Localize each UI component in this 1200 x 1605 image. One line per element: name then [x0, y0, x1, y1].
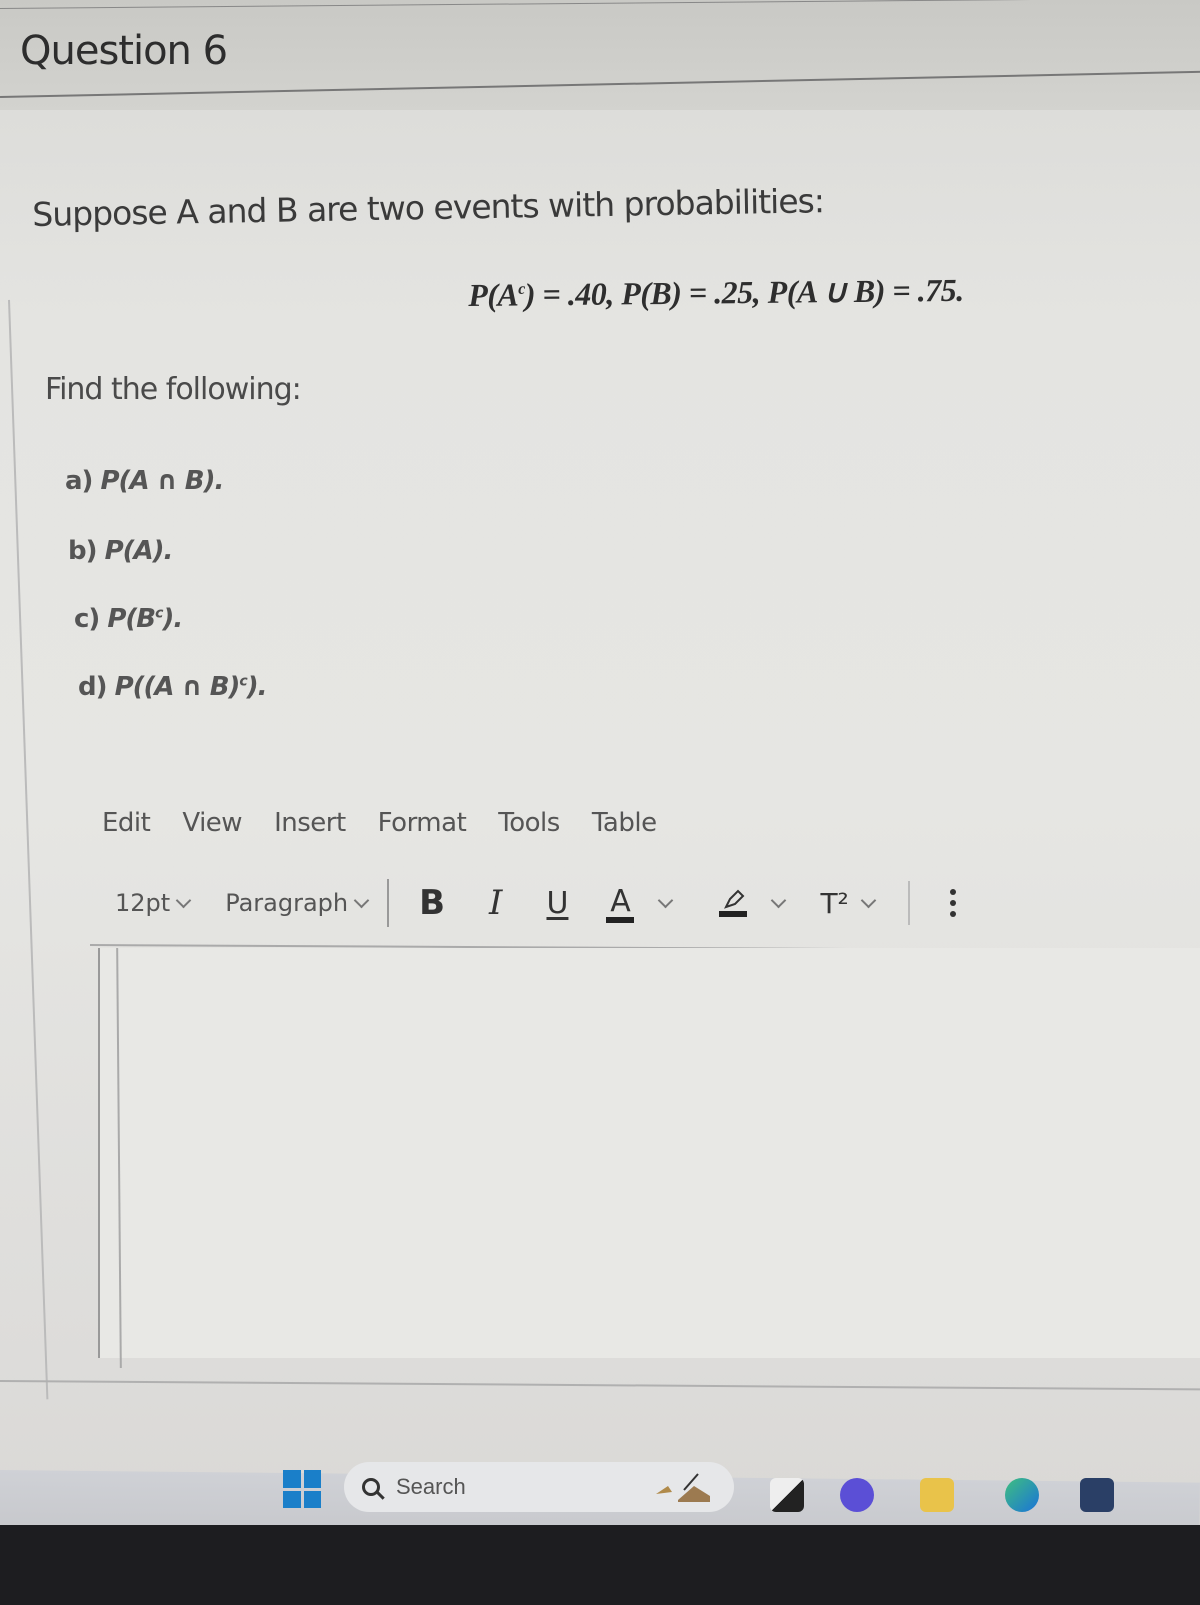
- menu-insert[interactable]: Insert: [274, 808, 346, 838]
- highlighter-icon: [724, 889, 745, 909]
- chevron-down-icon: [353, 892, 370, 908]
- answer-editor[interactable]: [98, 948, 1200, 1358]
- editor-bottom-border: [0, 1380, 1200, 1391]
- part-label: d): [78, 672, 107, 702]
- part-label: b): [68, 536, 97, 566]
- question-title: Question 6: [20, 28, 228, 74]
- color-bar: [606, 916, 635, 923]
- menu-edit[interactable]: Edit: [102, 808, 151, 838]
- part-c: c) P(Bc).: [74, 604, 183, 634]
- file-explorer-icon[interactable]: [920, 1478, 954, 1512]
- part-expression: P(A ∩ B).: [100, 466, 225, 496]
- menu-format[interactable]: Format: [378, 808, 467, 838]
- chevron-down-icon[interactable]: [658, 892, 674, 908]
- microsoft-store-icon[interactable]: [1080, 1478, 1114, 1512]
- bold-button[interactable]: B: [419, 883, 445, 923]
- task-view-icon[interactable]: [770, 1478, 804, 1512]
- editor-toolbar: 12pt Paragraph B I U A T²: [115, 878, 1115, 928]
- block-format-value: Paragraph: [225, 889, 349, 917]
- toolbar-divider: [387, 879, 390, 927]
- chevron-down-icon[interactable]: [860, 892, 877, 908]
- formula-part: ) = .40, P(B) = .25, P(A ∪ B) = .75.: [524, 271, 964, 313]
- part-d: d) P((A ∩ B)c).: [78, 672, 267, 702]
- chevron-down-icon[interactable]: [771, 892, 787, 908]
- meet-icon[interactable]: [840, 1478, 874, 1512]
- search-highlight-icon: [656, 1473, 710, 1502]
- color-bar: [719, 911, 748, 917]
- given-probabilities: P(Ac) = .40, P(B) = .25, P(A ∪ B) = .75.: [468, 271, 964, 314]
- font-size-value: 12pt: [115, 889, 171, 917]
- menu-view[interactable]: View: [182, 808, 242, 838]
- part-a: a) P(A ∩ B).: [65, 466, 225, 496]
- menu-tools[interactable]: Tools: [498, 808, 560, 838]
- formula-part: P(A: [468, 276, 519, 313]
- underline-button[interactable]: U: [546, 886, 568, 921]
- italic-button[interactable]: I: [489, 883, 502, 923]
- superscript-button[interactable]: T²: [820, 887, 848, 920]
- part-expression: P((A ∩ B)c).: [114, 672, 268, 702]
- search-placeholder: Search: [396, 1474, 466, 1499]
- question-intro: Suppose A and B are two events with prob…: [32, 181, 825, 234]
- more-options-icon[interactable]: [949, 889, 956, 917]
- expr-superscript: c: [239, 673, 247, 690]
- edge-browser-icon[interactable]: [1005, 1478, 1039, 1512]
- part-expression: P(A).: [104, 536, 174, 566]
- font-size-select[interactable]: 12pt: [115, 889, 192, 917]
- toolbar-divider: [907, 881, 910, 925]
- text-color-button[interactable]: A: [606, 883, 635, 923]
- expr-post: ).: [246, 672, 268, 702]
- part-label: c): [74, 604, 100, 634]
- expr-pre: P((A ∩ B): [114, 672, 241, 702]
- taskbar-search[interactable]: Search: [344, 1462, 734, 1512]
- chevron-down-icon: [175, 892, 192, 908]
- part-b: b) P(A).: [68, 536, 174, 566]
- highlight-color-button[interactable]: [719, 889, 748, 917]
- content-left-border: [8, 299, 49, 1400]
- block-format-select[interactable]: Paragraph: [225, 889, 370, 917]
- find-label: Find the following:: [45, 372, 302, 407]
- part-label: a): [65, 466, 93, 496]
- windows-start-icon[interactable]: [283, 1470, 321, 1508]
- text-color-icon: A: [610, 883, 631, 919]
- menu-table[interactable]: Table: [592, 808, 657, 838]
- search-icon: [362, 1478, 380, 1496]
- part-expression: P(Bc).: [107, 604, 183, 634]
- editor-menubar: Edit View Insert Format Tools Table: [102, 808, 657, 838]
- expr-post: ).: [162, 604, 183, 634]
- expr-pre: P(B: [107, 604, 156, 634]
- screen-bezel: [0, 1525, 1200, 1605]
